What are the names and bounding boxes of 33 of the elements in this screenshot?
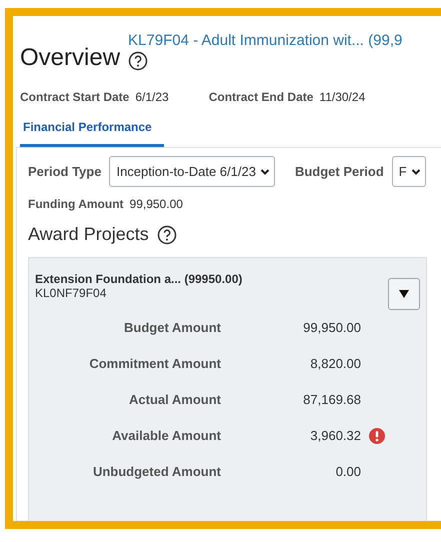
field-value: 6/1/23 — [135, 90, 169, 104]
help-icon[interactable] — [128, 51, 148, 71]
project-name: Extension Foundation a... (99950.00) — [35, 272, 242, 286]
amount-value: 3,960.32 — [310, 428, 361, 443]
amount-value: 8,820.00 — [310, 356, 361, 371]
project-code: KL0NF79F04 — [35, 286, 108, 300]
section-title: Award Projects — [28, 224, 149, 244]
field-label: Contract Start Date — [20, 90, 130, 104]
menu-button[interactable] — [388, 278, 420, 310]
field-value: 11/30/24 — [319, 90, 366, 104]
record-title: KL79F04 - Adult Immunization wit... (99,9 — [128, 32, 402, 49]
field-label: Funding Amount — [28, 197, 124, 211]
amount-label: Unbudgeted Amount — [92, 464, 221, 479]
tab[interactable]: Financial Performance — [20, 114, 164, 147]
chevron-down-icon — [260, 166, 270, 176]
triangle-down-icon — [399, 289, 409, 299]
amount-value: 0.00 — [336, 464, 361, 479]
page-title: Overview — [20, 44, 120, 72]
amount-value: 87,169.68 — [303, 392, 361, 407]
amount-label: Actual Amount — [128, 392, 221, 407]
amount-label: Available Amount — [111, 428, 221, 443]
field-value: 99,950.00 — [130, 197, 183, 211]
chevron-down-icon — [410, 166, 421, 176]
field-label: Period Type — [28, 164, 102, 179]
help-icon[interactable] — [156, 225, 177, 245]
field-label: Budget Period — [294, 164, 384, 179]
field-label: Contract End Date — [208, 90, 314, 104]
amount-value: 99,950.00 — [303, 320, 361, 335]
amount-label: Commitment Amount — [88, 356, 221, 371]
amount-label: Budget Amount — [123, 320, 221, 335]
dropdown[interactable]: Inception-to-Date 6/1/23 — [109, 156, 275, 187]
error-icon — [369, 428, 385, 444]
dropdown[interactable]: F — [392, 156, 426, 187]
